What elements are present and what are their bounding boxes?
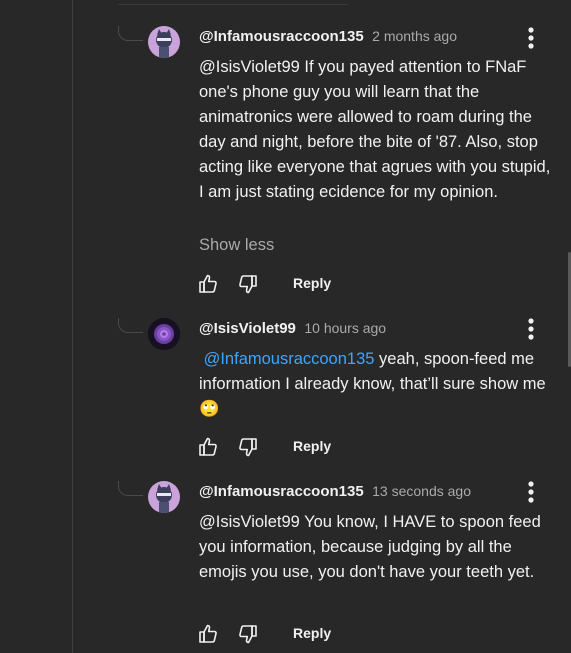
like-button[interactable] [196,622,220,646]
like-button[interactable] [196,435,220,459]
reply-button[interactable]: Reply [293,625,331,641]
show-less-button[interactable]: Show less [199,236,274,255]
comment-timestamp[interactable]: 13 seconds ago [372,483,471,499]
comment-text: @IsisViolet99 You know, I HAVE to spoon … [199,513,541,581]
thumbs-up-icon [199,437,217,456]
thread-connector [118,318,143,333]
avatar[interactable] [148,318,180,350]
comment-text: @IsisViolet99 If you payed attention to … [199,58,551,201]
comment-timestamp[interactable]: 2 months ago [372,28,457,44]
thread-connector [118,481,143,496]
avatar[interactable] [148,26,180,58]
thumbs-up-icon [199,624,217,643]
thread-connector [118,26,143,41]
more-vertical-icon [528,27,534,49]
dislike-button[interactable] [236,622,260,646]
comment-header: @Infamousraccoon135 13 seconds ago [199,483,471,503]
more-options-button[interactable] [520,479,542,505]
more-options-button[interactable] [520,25,542,51]
comment-header: @IsisViolet99 10 hours ago [199,320,386,340]
more-options-button[interactable] [520,316,542,342]
reply-button[interactable]: Reply [293,438,331,454]
avatar[interactable] [148,481,180,513]
thumbs-up-icon [199,274,217,293]
comment-timestamp[interactable]: 10 hours ago [304,320,386,336]
mention-link[interactable]: @Infamousraccoon135 [204,350,375,368]
author-name[interactable]: @Infamousraccoon135 [199,483,364,500]
thumbs-down-icon [239,275,257,294]
thumbs-down-icon [239,438,257,457]
comment-text: @Infamousraccoon135 yeah, spoon-feed me … [199,347,559,422]
more-vertical-icon [528,481,534,503]
thumbs-down-icon [239,625,257,644]
previous-comment-edge [118,0,348,5]
like-button[interactable] [196,272,220,296]
reply-comment: @Infamousraccoon135 2 months ago @IsisVi… [0,0,571,300]
reply-button[interactable]: Reply [293,275,331,291]
comment-header: @Infamousraccoon135 2 months ago [199,28,457,48]
eyeroll-emoji: 🙄 [199,400,220,418]
author-name[interactable]: @Infamousraccoon135 [199,28,364,45]
more-vertical-icon [528,318,534,340]
author-name[interactable]: @IsisViolet99 [199,320,296,337]
dislike-button[interactable] [236,435,260,459]
reply-comment: @Infamousraccoon135 13 seconds ago @Isis… [0,465,571,653]
reply-comment: @IsisViolet99 10 hours ago @Infamousracc… [0,300,571,470]
dislike-button[interactable] [236,272,260,296]
